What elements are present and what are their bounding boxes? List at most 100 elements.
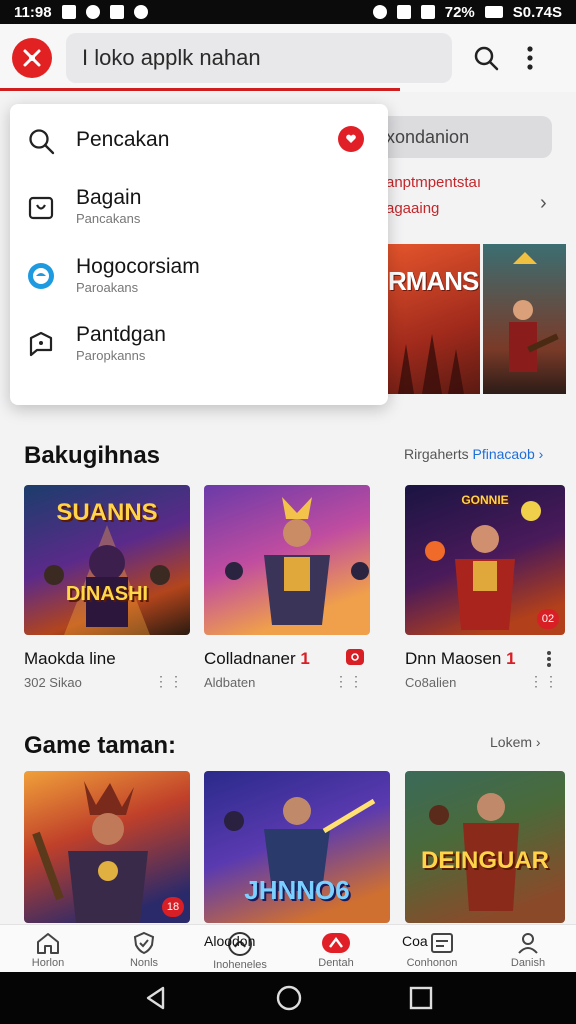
bag-icon — [26, 192, 56, 222]
nav-overlay-text: Aloodon — [204, 933, 256, 949]
game-card-image: SUANNS DINASHI — [24, 485, 190, 635]
link-prefix: Rirgaherts — [404, 446, 469, 462]
suggestion-subtitle: Paropkanns — [76, 348, 146, 363]
game-card[interactable]: Colladnaner 1 Aldbaten ⋮⋮ — [204, 485, 370, 690]
nav-item-list[interactable]: Coa Conhonon — [384, 925, 480, 972]
game-card-image: JHNNO6 — [204, 771, 390, 923]
search-suggestions-dropdown: Pencakan Bagain Pancakans Hogocorsiam Pa… — [10, 104, 388, 405]
chat-icon — [26, 329, 56, 359]
more-options-button[interactable] — [510, 38, 550, 78]
search-input[interactable]: I loko applk nahan — [66, 33, 452, 83]
status-bar: 11:98 72% S0.74S — [0, 0, 576, 24]
more-vert-icon — [527, 46, 533, 70]
home-button-icon[interactable] — [275, 984, 303, 1012]
alarm-icon — [372, 5, 387, 19]
nav-label: Inoheneles — [213, 959, 267, 971]
status-time: 11:98 — [14, 3, 52, 21]
game-card-logo: GONNIE — [461, 493, 509, 507]
background-promo[interactable]: anptmpentstaı agaaing — [386, 170, 566, 222]
section-title: Bakugihnas — [24, 442, 161, 469]
section-title: Game taman: — [24, 732, 177, 759]
search-input-value: I loko applk nahan — [82, 45, 261, 70]
heart-badge-icon — [338, 126, 364, 152]
logo-icon[interactable] — [12, 38, 52, 78]
suggestion-item[interactable]: Pencakan — [10, 124, 388, 168]
search-icon — [474, 46, 499, 71]
profile-icon — [518, 933, 538, 954]
game-card[interactable]: GONNIE 02 Dnn Maosen 1 Co8alien ⋮⋮ — [405, 485, 565, 690]
list-icon — [431, 933, 453, 953]
game-card-image: DEINGUAR — [405, 771, 565, 923]
game-card-title: Colladnaner — [204, 649, 296, 668]
nav-item-active[interactable]: Dentah — [288, 925, 384, 972]
suggestion-title: Pencakan — [76, 128, 170, 151]
game-card-logo-sub: DINASHI — [65, 583, 149, 605]
nav-item-shield[interactable]: Nonls — [96, 925, 192, 972]
loading-progress-bar — [0, 88, 400, 91]
rating-dots-icon: ⋮⋮ — [334, 673, 364, 689]
suggestion-title: Bagain — [76, 186, 142, 209]
suggestion-item[interactable]: Hogocorsiam Paroakans — [10, 255, 388, 309]
game-card[interactable]: JHNNO6 — [204, 771, 390, 923]
nav-overlay-text: Coa — [402, 933, 428, 949]
shield-icon — [133, 931, 155, 955]
suggestion-title: Hogocorsiam — [76, 255, 200, 278]
game-card-image — [204, 485, 370, 635]
suggestion-subtitle: Pancakans — [76, 211, 141, 226]
system-navigation-bar — [0, 972, 576, 1024]
suggestion-item[interactable]: Bagain Pancakans — [10, 186, 388, 240]
nav-label: Horlon — [31, 957, 65, 969]
search-icon — [26, 126, 56, 156]
game-card-image: GONNIE 02 — [405, 485, 565, 635]
game-card[interactable]: 18 — [24, 771, 190, 923]
game-card-title: Dnn Maosen — [405, 649, 502, 668]
nav-label: Danish — [510, 957, 546, 969]
promo-line-1: anptmpentstaı — [386, 174, 482, 191]
badge-icon — [346, 649, 364, 665]
wifi-icon — [396, 5, 411, 19]
banner-image-2[interactable] — [483, 244, 566, 394]
game-card[interactable]: DEINGUAR — [405, 771, 565, 923]
signal-icon — [420, 5, 435, 19]
nav-item-center[interactable]: Aloodon Inoheneles — [192, 925, 288, 972]
background-chip[interactable]: xondanion — [372, 116, 552, 158]
search-button[interactable] — [466, 38, 506, 78]
game-card-title: Maokda line — [24, 649, 116, 668]
game-card[interactable]: SUANNS DINASHI Maokda line 302 Sikao ⋮⋮ — [24, 485, 190, 690]
game-card-logo: JHNNO6 — [244, 875, 350, 905]
promo-line-2: agaaing — [386, 200, 440, 217]
nav-label: Nonls — [129, 957, 159, 969]
section-see-all-link[interactable]: Lokem › — [490, 734, 541, 750]
game-card-image: 18 — [24, 771, 190, 923]
battery-icon — [484, 6, 503, 18]
image-icon — [109, 5, 124, 19]
nav-item-home[interactable]: Horlon — [0, 925, 96, 972]
link-label: Lokem — [490, 734, 533, 750]
suggestion-title: Pantdgan — [76, 323, 166, 346]
banner-image-1[interactable]: RMANS — [388, 244, 480, 394]
home-icon — [37, 933, 59, 954]
location-icon — [85, 5, 100, 19]
rating-dots-icon: ⋮⋮ — [529, 673, 559, 689]
game-card-mark: 1 — [300, 649, 310, 668]
recents-icon[interactable] — [409, 986, 433, 1010]
section-see-all-link[interactable]: Rirgaherts Pfinacaob › — [404, 446, 543, 462]
mail-icon — [61, 5, 76, 19]
nav-item-profile[interactable]: Danish — [480, 925, 576, 972]
suggestion-item[interactable]: Pantdgan Paropkanns — [10, 323, 388, 377]
battery-percent: 72% — [444, 3, 475, 21]
chevron-right-icon[interactable]: › — [540, 192, 547, 215]
back-icon[interactable] — [143, 985, 169, 1011]
game-card-badge: 02 — [537, 609, 559, 629]
game-card-logo: SUANNS — [56, 499, 158, 526]
status-right-text: S0.74S — [512, 3, 562, 21]
nav-label: Conhonon — [406, 957, 458, 969]
top-app-bar: I loko applk nahan — [0, 24, 576, 92]
game-card-mark: 1 — [506, 649, 516, 668]
game-card-badge: 18 — [162, 897, 184, 917]
globe-icon — [26, 261, 56, 291]
suggestion-subtitle: Paroakans — [76, 280, 139, 295]
more-vert-icon[interactable] — [539, 649, 559, 669]
chevron-right-icon: › — [538, 446, 544, 462]
notification-icon — [322, 933, 350, 953]
